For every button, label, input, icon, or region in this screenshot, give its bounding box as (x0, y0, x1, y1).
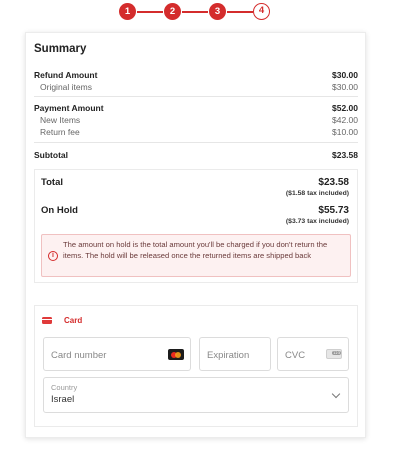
expiration-field[interactable]: Expiration (199, 337, 271, 371)
return-fee-value: $10.00 (332, 127, 358, 137)
country-select[interactable]: Country Israel (43, 377, 349, 413)
card-method-label: Card (64, 316, 83, 325)
summary-card: Summary Refund Amount $30.00 Original it… (25, 32, 366, 438)
cvc-field[interactable]: CVC (277, 337, 349, 371)
payment-item-row: New Items $42.00 (34, 115, 358, 125)
on-hold-alert-text: The amount on hold is the total amount y… (63, 240, 328, 261)
subtotal-value: $23.58 (332, 150, 358, 160)
subtotal-label: Subtotal (34, 150, 68, 160)
summary-title: Summary (34, 43, 87, 55)
cvc-placeholder: CVC (285, 350, 306, 361)
on-hold-tax-note: ($3.73 tax included) (285, 218, 349, 225)
credit-card-icon (42, 317, 52, 324)
refund-amount-value: $30.00 (332, 70, 358, 80)
step-connector (227, 11, 253, 13)
step-1[interactable]: 1 (119, 3, 136, 20)
card-number-field[interactable]: Card number (43, 337, 191, 371)
expiration-placeholder: Expiration (207, 350, 250, 361)
new-items-label: New Items (40, 115, 81, 125)
refund-amount-row: Refund Amount $30.00 (34, 70, 358, 80)
country-value: Israel (51, 394, 75, 405)
total-row: Total $23.58 (41, 177, 349, 188)
chevron-down-icon (331, 389, 341, 399)
original-items-value: $30.00 (332, 82, 358, 92)
payment-amount-row: Payment Amount $52.00 (34, 103, 358, 113)
step-connector (137, 11, 163, 13)
refund-item-row: Original items $30.00 (34, 82, 358, 92)
on-hold-row: On Hold $55.73 (41, 205, 349, 216)
divider (34, 142, 358, 143)
step-connector (182, 11, 208, 13)
payment-form: Card Card number Expiration CVC Country … (34, 305, 358, 427)
total-value: $23.58 (318, 177, 349, 188)
card-number-placeholder: Card number (51, 350, 107, 361)
on-hold-value: $55.73 (318, 205, 349, 216)
payment-amount-label: Payment Amount (34, 103, 104, 113)
divider (34, 96, 358, 97)
total-label: Total (41, 177, 63, 188)
step-3[interactable]: 3 (209, 3, 226, 20)
original-items-label: Original items (40, 82, 92, 92)
cvc-card-icon (326, 349, 342, 359)
country-label: Country (51, 383, 78, 392)
mastercard-icon (168, 349, 184, 360)
step-4[interactable]: 4 (253, 3, 270, 20)
payment-item-row: Return fee $10.00 (34, 127, 358, 137)
totals-box: Total $23.58 ($1.58 tax included) On Hol… (34, 169, 358, 283)
card-method-tab[interactable]: Card (42, 316, 82, 325)
refund-amount-label: Refund Amount (34, 70, 98, 80)
on-hold-alert: i The amount on hold is the total amount… (41, 234, 351, 277)
on-hold-label: On Hold (41, 205, 78, 216)
step-2[interactable]: 2 (164, 3, 181, 20)
info-circle-icon: i (48, 251, 58, 261)
payment-amount-value: $52.00 (332, 103, 358, 113)
subtotal-row: Subtotal $23.58 (34, 150, 358, 160)
new-items-value: $42.00 (332, 115, 358, 125)
total-tax-note: ($1.58 tax included) (285, 190, 349, 197)
return-fee-label: Return fee (40, 127, 80, 137)
checkout-stepper: 1 2 3 4 (0, 3, 400, 21)
